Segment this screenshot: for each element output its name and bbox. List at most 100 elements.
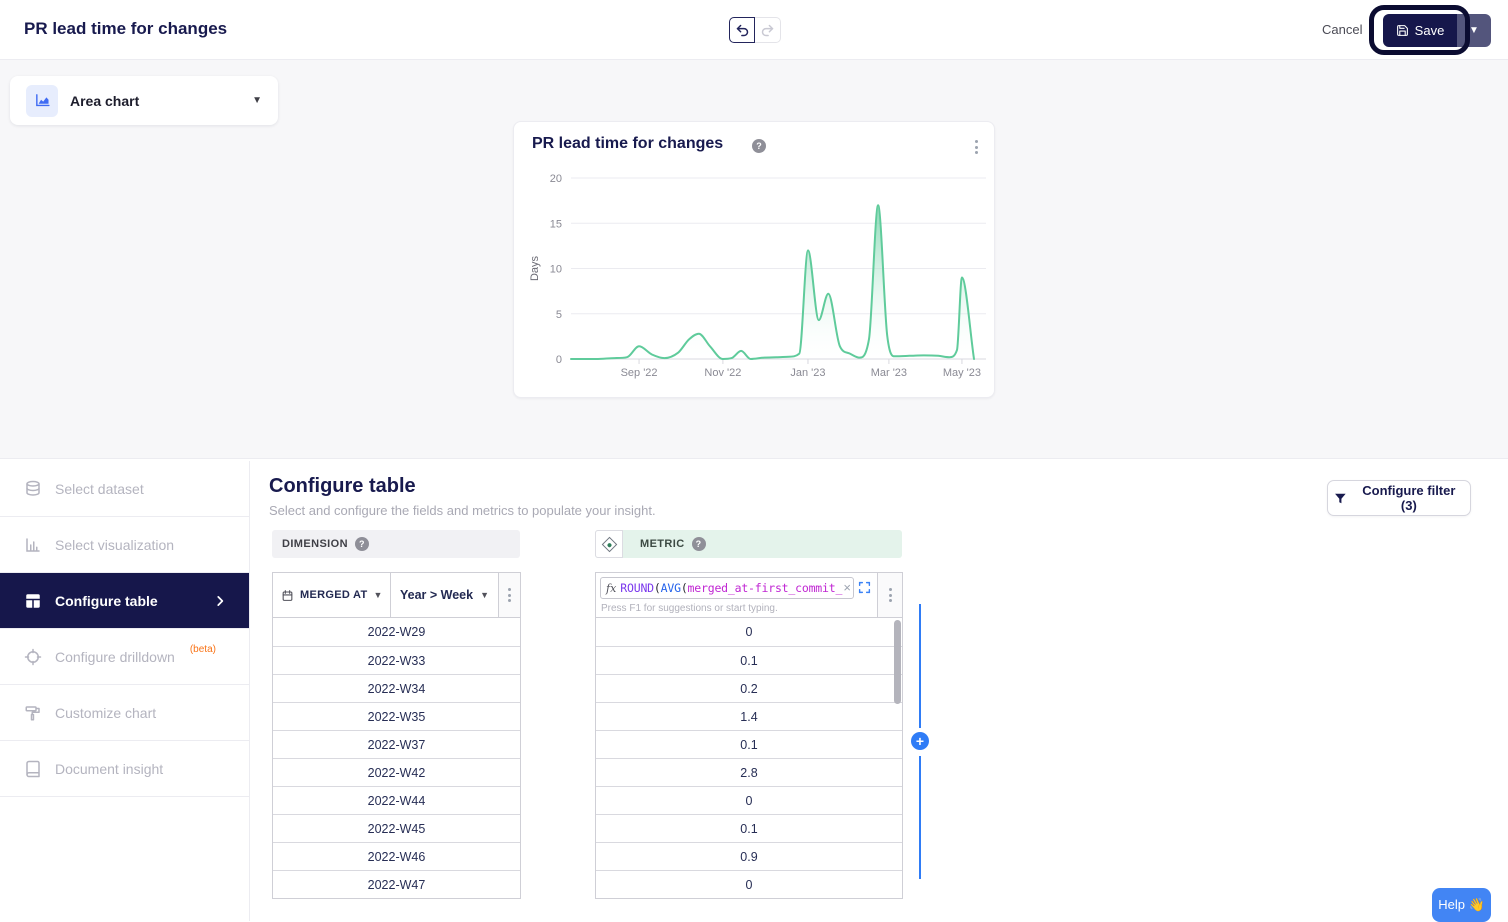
metric-scrollbar[interactable] bbox=[894, 620, 901, 704]
sidebar-item-label: Select dataset bbox=[55, 481, 144, 497]
chevron-down-icon: ▼ bbox=[480, 591, 489, 600]
area-chart-icon bbox=[26, 85, 58, 117]
undo-icon bbox=[735, 23, 750, 38]
table-icon bbox=[24, 592, 42, 610]
formula-token: ROUND bbox=[620, 581, 654, 595]
add-metric-guide-line bbox=[919, 604, 921, 728]
table-row-dimension: 2022-W29 bbox=[273, 618, 520, 646]
table-row-metric: 0.1 bbox=[596, 814, 902, 842]
dimension-header-label: DIMENSION bbox=[282, 538, 348, 550]
metric-formula-input[interactable]: fx ROUND(AVG(merged_at-first_commit_ bbox=[600, 577, 854, 599]
table-row-metric: 2.8 bbox=[596, 758, 902, 786]
metric-formula-area: fx ROUND(AVG(merged_at-first_commit_ × P… bbox=[596, 573, 878, 617]
table-row-metric: 0 bbox=[596, 618, 902, 646]
svg-text:Days: Days bbox=[529, 255, 541, 281]
expand-formula-icon[interactable] bbox=[858, 581, 871, 594]
metric-help-icon[interactable]: ? bbox=[692, 537, 706, 551]
configure-filter-button[interactable]: Configure filter (3) bbox=[1327, 480, 1471, 516]
filter-icon bbox=[1334, 492, 1347, 505]
dimension-field-select[interactable]: MERGED AT ▼ bbox=[273, 573, 391, 617]
table-row-metric: 1.4 bbox=[596, 702, 902, 730]
chart-type-selector[interactable]: Area chart ▼ bbox=[10, 76, 278, 125]
page-title: PR lead time for changes bbox=[24, 19, 227, 39]
dimension-rows: 2022-W292022-W332022-W342022-W352022-W37… bbox=[273, 618, 520, 898]
save-icon bbox=[1396, 24, 1409, 37]
sidebar-item-label: Configure table bbox=[55, 593, 158, 609]
chevron-down-icon: ▼ bbox=[252, 96, 262, 106]
chart-preview-card: PR lead time for changes ? 05101520DaysS… bbox=[513, 121, 995, 398]
fx-icon: fx bbox=[606, 582, 616, 595]
sidebar-item-select-dataset[interactable]: Select dataset bbox=[0, 461, 249, 517]
metric-type-tile bbox=[595, 530, 623, 558]
svg-text:Nov '22: Nov '22 bbox=[704, 367, 741, 379]
table-row-metric: 0 bbox=[596, 870, 902, 898]
table-row-dimension: 2022-W45 bbox=[273, 814, 520, 842]
steps-sidebar: Select dataset Select visualization Config… bbox=[0, 461, 250, 921]
formula-token: ( bbox=[681, 581, 688, 595]
sidebar-item-document-insight[interactable]: Document insight bbox=[0, 741, 249, 797]
metric-options-button[interactable] bbox=[878, 573, 902, 617]
svg-text:Jan '23: Jan '23 bbox=[790, 367, 825, 379]
table-row-metric: 0 bbox=[596, 786, 902, 814]
save-dropdown-toggle[interactable]: ▼ bbox=[1457, 14, 1491, 47]
save-button-label: Save bbox=[1415, 23, 1445, 38]
chart-preview-band: Area chart ▼ PR lead time for changes ? … bbox=[0, 60, 1508, 458]
beta-badge: (beta) bbox=[190, 644, 216, 655]
undo-button[interactable] bbox=[729, 17, 755, 43]
section-title: Configure table bbox=[269, 475, 416, 498]
clear-formula-icon[interactable]: × bbox=[841, 581, 851, 594]
dimension-help-icon[interactable]: ? bbox=[355, 537, 369, 551]
kebab-menu-icon bbox=[885, 584, 896, 606]
help-button[interactable]: Help 👋 bbox=[1432, 888, 1491, 922]
table-row-metric: 0.9 bbox=[596, 842, 902, 870]
redo-button[interactable] bbox=[755, 17, 781, 43]
sidebar-item-customize-chart[interactable]: Customize chart bbox=[0, 685, 249, 741]
sidebar-item-label: Configure drilldown bbox=[55, 649, 175, 665]
calendar-icon bbox=[281, 589, 294, 602]
sidebar-item-configure-table[interactable]: Configure table bbox=[0, 573, 249, 629]
table-row-dimension: 2022-W34 bbox=[273, 674, 520, 702]
kebab-menu-icon bbox=[504, 584, 515, 606]
metric-rows: 00.10.21.40.12.800.10.90 bbox=[596, 618, 902, 898]
formula-token: merged_at-first_commit_ bbox=[688, 581, 843, 595]
chevron-down-icon: ▼ bbox=[373, 591, 382, 600]
table-row-dimension: 2022-W37 bbox=[273, 730, 520, 758]
crosshair-icon bbox=[24, 648, 42, 666]
dimension-options-button[interactable] bbox=[499, 573, 520, 617]
metric-header-bar: METRIC ? bbox=[595, 530, 902, 558]
svg-text:Sep '22: Sep '22 bbox=[621, 367, 658, 379]
chevron-right-icon bbox=[213, 594, 227, 608]
sidebar-item-label: Document insight bbox=[55, 761, 163, 777]
save-button[interactable]: Save bbox=[1383, 14, 1457, 47]
area-chart-plot: 05101520DaysSep '22Nov '22Jan '23Mar '23… bbox=[514, 162, 994, 394]
dimension-granularity-label: Year > Week bbox=[400, 588, 473, 602]
sidebar-item-select-visualization[interactable]: Select visualization bbox=[0, 517, 249, 573]
metric-table: fx ROUND(AVG(merged_at-first_commit_ × P… bbox=[595, 572, 903, 899]
configure-workspace: Select dataset Select visualization Config… bbox=[0, 458, 1508, 920]
table-row-dimension: 2022-W42 bbox=[273, 758, 520, 786]
sidebar-item-configure-drilldown[interactable]: Configure drilldown (beta) bbox=[0, 629, 249, 685]
formula-hint: Press F1 for suggestions or start typing… bbox=[601, 603, 778, 614]
redo-icon bbox=[760, 23, 775, 38]
cancel-button[interactable]: Cancel bbox=[1318, 20, 1366, 39]
dimension-granularity-select[interactable]: Year > Week ▼ bbox=[391, 573, 499, 617]
chart-area-fill bbox=[571, 205, 974, 359]
formula-token: ( bbox=[654, 581, 661, 595]
chart-kebab-menu-icon[interactable] bbox=[971, 136, 982, 158]
svg-text:15: 15 bbox=[550, 218, 562, 230]
undo-redo-group bbox=[729, 17, 781, 43]
sidebar-item-label: Customize chart bbox=[55, 705, 156, 721]
svg-text:20: 20 bbox=[550, 173, 562, 185]
svg-text:May '23: May '23 bbox=[943, 367, 981, 379]
table-row-metric: 0.2 bbox=[596, 674, 902, 702]
table-row-dimension: 2022-W35 bbox=[273, 702, 520, 730]
formula-token: AVG bbox=[661, 581, 681, 595]
section-subtitle: Select and configure the fields and metr… bbox=[269, 503, 656, 518]
add-metric-button[interactable]: + bbox=[911, 732, 929, 750]
table-row-dimension: 2022-W33 bbox=[273, 646, 520, 674]
svg-text:10: 10 bbox=[550, 264, 562, 276]
svg-text:0: 0 bbox=[556, 354, 562, 366]
formula-tokens: ROUND(AVG(merged_at-first_commit_ bbox=[620, 581, 842, 595]
chart-help-icon[interactable]: ? bbox=[752, 139, 766, 153]
chevron-down-icon: ▼ bbox=[1469, 25, 1479, 36]
